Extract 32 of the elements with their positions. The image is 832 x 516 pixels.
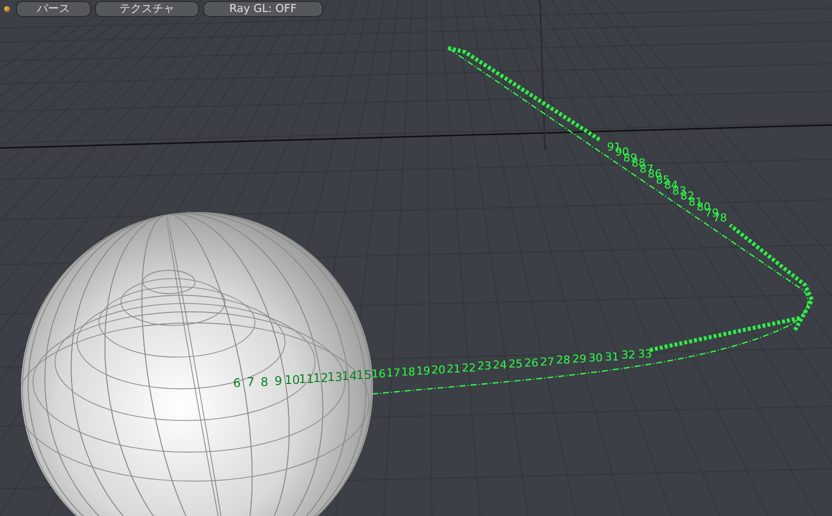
point-label: 21 — [446, 363, 461, 374]
point-label: 9 — [274, 374, 282, 387]
point-label: 29 — [572, 354, 586, 365]
point-label: 11 — [298, 373, 314, 386]
point-label: 6 — [233, 377, 241, 389]
point-label: 32 — [621, 350, 636, 361]
point-label: 15 — [356, 369, 372, 382]
point-label: 19 — [416, 365, 430, 376]
point-label: 20 — [431, 364, 446, 376]
point-label: 10 — [284, 374, 300, 386]
point-label: 22 — [462, 362, 476, 374]
point-label: 30 — [588, 352, 603, 364]
point-label: 31 — [604, 351, 619, 362]
point-label: 14 — [342, 370, 358, 382]
point-label: 18 — [401, 366, 416, 378]
point-label: 12 — [312, 372, 328, 384]
point-label: 8 — [260, 376, 268, 388]
toolbar-button[interactable]: Ray GL: OFF — [203, 1, 323, 17]
point-label: 23 — [477, 360, 492, 372]
toolbar-button[interactable]: テクスチャ — [95, 1, 199, 17]
point-label: 26 — [524, 357, 538, 368]
point-label: 24 — [492, 360, 507, 371]
point-label: 25 — [508, 358, 523, 370]
point-label: 17 — [386, 368, 400, 379]
toolbar-button[interactable]: パース — [16, 1, 91, 17]
point-label: 27 — [540, 356, 554, 368]
point-label: 13 — [327, 371, 343, 384]
point-label: 7 — [246, 376, 254, 388]
point-label: 33 — [638, 348, 652, 360]
point-label: 28 — [556, 354, 570, 366]
status-light-icon — [4, 6, 10, 12]
point-label: 16 — [372, 368, 386, 380]
